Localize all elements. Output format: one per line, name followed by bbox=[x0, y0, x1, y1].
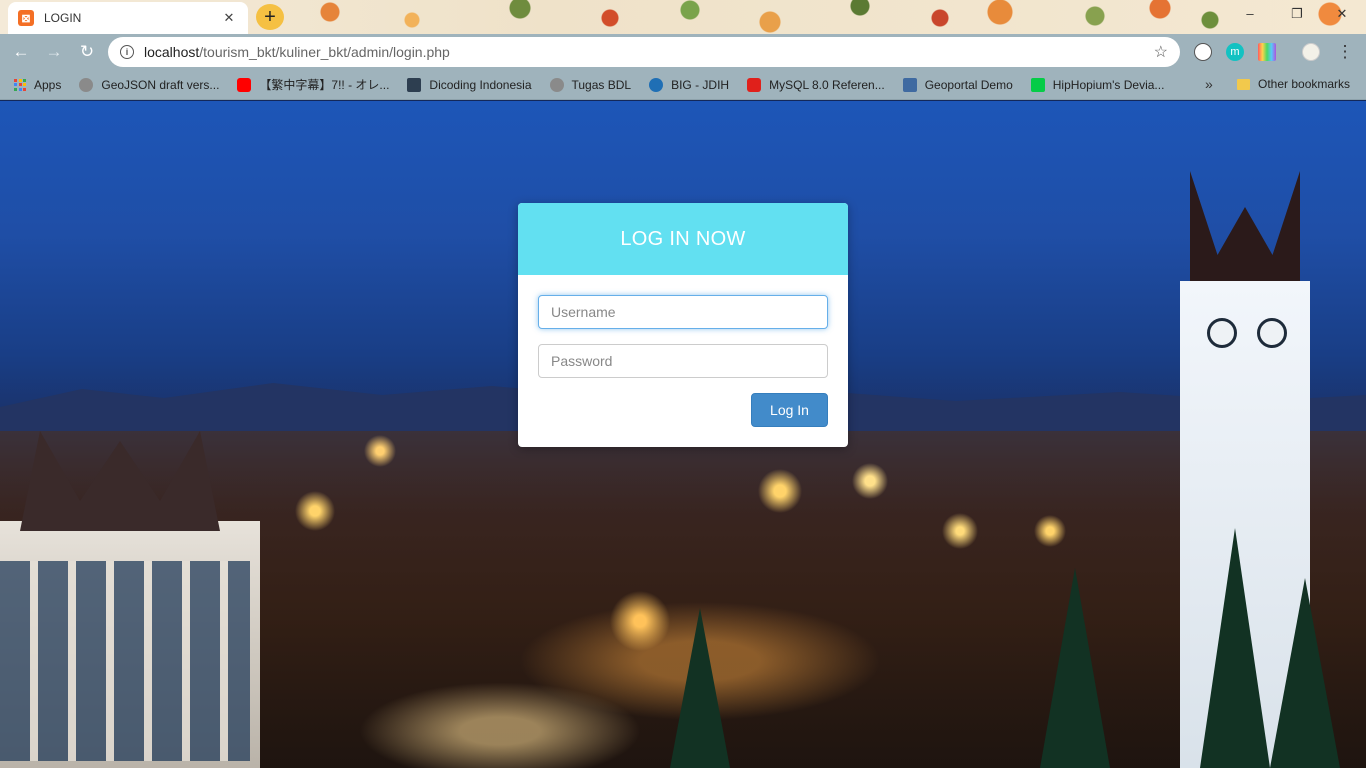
bookmark-geojson[interactable]: GeoJSON draft vers... bbox=[79, 77, 220, 92]
bookmark-geoportal[interactable]: Geoportal Demo bbox=[902, 77, 1013, 92]
maximize-button[interactable]: ❐ bbox=[1287, 6, 1307, 22]
profile-avatar-icon[interactable] bbox=[1302, 43, 1320, 61]
tab-close-icon[interactable]: ✕ bbox=[220, 10, 238, 26]
xampp-favicon-icon: ⊠ bbox=[18, 10, 34, 26]
bookmark-apps[interactable]: Apps bbox=[14, 78, 61, 92]
bookmark-label: Apps bbox=[34, 77, 62, 92]
extension-m-icon[interactable]: m bbox=[1226, 43, 1244, 61]
password-input[interactable] bbox=[538, 344, 828, 378]
deviantart-icon bbox=[1030, 77, 1045, 92]
other-bookmarks-folder[interactable]: Other bookmarks bbox=[1237, 77, 1350, 91]
clock-face-icon bbox=[1207, 318, 1237, 348]
tab-strip: ⊠ LOGIN ✕ + – ❐ ✕ bbox=[0, 0, 1366, 34]
big-logo-icon bbox=[649, 77, 664, 92]
login-card: LOG IN NOW Log In bbox=[518, 203, 848, 447]
oracle-icon bbox=[747, 77, 762, 92]
other-bookmarks-label: Other bookmarks bbox=[1258, 77, 1351, 91]
globe-icon bbox=[549, 77, 564, 92]
bookmark-label: Geoportal Demo bbox=[924, 77, 1013, 92]
bookmark-youtube[interactable]: 【繁中字幕】7!! - オレ... bbox=[237, 76, 389, 93]
background-clock-tower-roof bbox=[1190, 171, 1300, 291]
extension-colors-icon[interactable] bbox=[1258, 43, 1276, 61]
geoportal-icon bbox=[902, 77, 917, 92]
bookmark-mysql[interactable]: MySQL 8.0 Referen... bbox=[747, 77, 885, 92]
back-button[interactable]: ← bbox=[10, 42, 32, 62]
more-bookmarks-button[interactable]: » bbox=[1205, 76, 1213, 92]
login-form: Log In bbox=[518, 275, 848, 427]
bookmark-big-jdih[interactable]: BIG - JDIH bbox=[649, 77, 730, 92]
bookmark-deviantart[interactable]: HipHopium's Devia... bbox=[1030, 77, 1165, 92]
login-title: LOG IN NOW bbox=[518, 203, 848, 275]
username-input[interactable] bbox=[538, 295, 828, 329]
bookmark-label: MySQL 8.0 Referen... bbox=[769, 77, 885, 92]
youtube-icon bbox=[237, 77, 252, 92]
folder-icon bbox=[1237, 78, 1250, 90]
dicoding-icon bbox=[407, 77, 422, 92]
browser-menu-icon[interactable]: ⋮ bbox=[1334, 42, 1356, 62]
tab-title: LOGIN bbox=[44, 11, 82, 25]
bookmark-label: HipHopium's Devia... bbox=[1052, 77, 1165, 92]
site-info-icon[interactable]: i bbox=[120, 45, 134, 59]
bookmark-tugas-bdl[interactable]: Tugas BDL bbox=[549, 77, 632, 92]
extension-1-icon[interactable] bbox=[1194, 43, 1212, 61]
bookmark-label: 【繁中字幕】7!! - オレ... bbox=[259, 78, 390, 92]
url-path: /tourism_bkt/kuliner_bkt/admin/login.php bbox=[199, 44, 450, 60]
bookmark-label: Tugas BDL bbox=[571, 77, 632, 92]
new-tab-button[interactable]: + bbox=[256, 4, 284, 30]
minimize-button[interactable]: – bbox=[1240, 6, 1260, 21]
login-button[interactable]: Log In bbox=[751, 393, 828, 427]
globe-icon bbox=[79, 77, 94, 92]
address-bar[interactable]: i localhost/tourism_bkt/kuliner_bkt/admi… bbox=[108, 37, 1180, 67]
background-building-windows bbox=[0, 561, 250, 761]
bookmark-label: GeoJSON draft vers... bbox=[101, 77, 220, 92]
bookmark-dicoding[interactable]: Dicoding Indonesia bbox=[407, 77, 532, 92]
browser-tab[interactable]: ⊠ LOGIN ✕ bbox=[8, 2, 248, 34]
bookmark-star-icon[interactable]: ☆ bbox=[1154, 42, 1168, 62]
close-window-button[interactable]: ✕ bbox=[1332, 6, 1352, 22]
bookmarks-bar: Apps GeoJSON draft vers... 【繁中字幕】7!! - オ… bbox=[0, 70, 1366, 100]
login-actions: Log In bbox=[538, 393, 828, 427]
bookmark-label: BIG - JDIH bbox=[671, 77, 730, 92]
apps-grid-icon bbox=[14, 78, 26, 91]
forward-button[interactable]: → bbox=[43, 42, 65, 62]
url-host: localhost bbox=[144, 44, 200, 60]
url-text[interactable]: localhost/tourism_bkt/kuliner_bkt/admin/… bbox=[144, 44, 1154, 60]
bookmark-label: Dicoding Indonesia bbox=[429, 77, 532, 92]
reload-button[interactable]: ↻ bbox=[76, 42, 98, 62]
clock-face-icon bbox=[1257, 318, 1287, 348]
browser-toolbar: ← → ↻ i localhost/tourism_bkt/kuliner_bk… bbox=[0, 34, 1366, 70]
